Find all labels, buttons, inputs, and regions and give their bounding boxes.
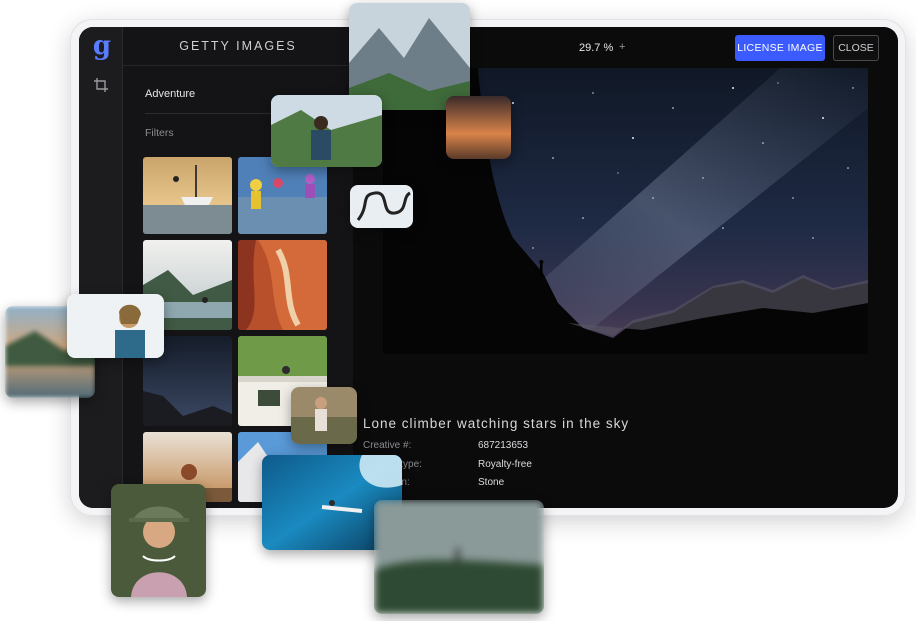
result-thumbnail[interactable] [238, 240, 327, 330]
result-thumbnail[interactable] [143, 157, 232, 234]
close-button[interactable]: CLOSE [833, 35, 879, 61]
floating-photo-hiker [271, 95, 382, 167]
license-image-button[interactable]: LICENSE IMAGE [735, 35, 825, 61]
creative-number-value: 687213653 [478, 440, 529, 451]
floating-photo-foggy-hill [374, 500, 544, 614]
filters-button[interactable]: Filters [145, 127, 174, 139]
creative-number-label: Creative #: [363, 440, 412, 451]
floating-photo-man [291, 387, 357, 444]
zoom-in-button[interactable]: + [619, 41, 625, 53]
collection-value: Stone [478, 477, 505, 488]
divider [123, 65, 353, 66]
floating-photo-mountains [349, 3, 470, 110]
getty-logo[interactable]: g [91, 31, 113, 61]
floating-photo-river [350, 185, 413, 228]
crop-icon[interactable] [93, 77, 109, 93]
search-term[interactable]: Adventure [145, 88, 195, 100]
floating-photo-sunset [446, 96, 511, 159]
floating-photo-portrait [111, 484, 206, 597]
result-thumbnail[interactable] [238, 157, 327, 234]
license-type-value: Royalty-free [478, 459, 532, 470]
zoom-level: 29.7 % [579, 42, 614, 54]
panel-title: GETTY IMAGES [179, 39, 297, 53]
floating-photo-woman [67, 294, 164, 358]
image-title: Lone climber watching stars in the sky [363, 416, 630, 431]
icon-rail: g [79, 27, 123, 508]
